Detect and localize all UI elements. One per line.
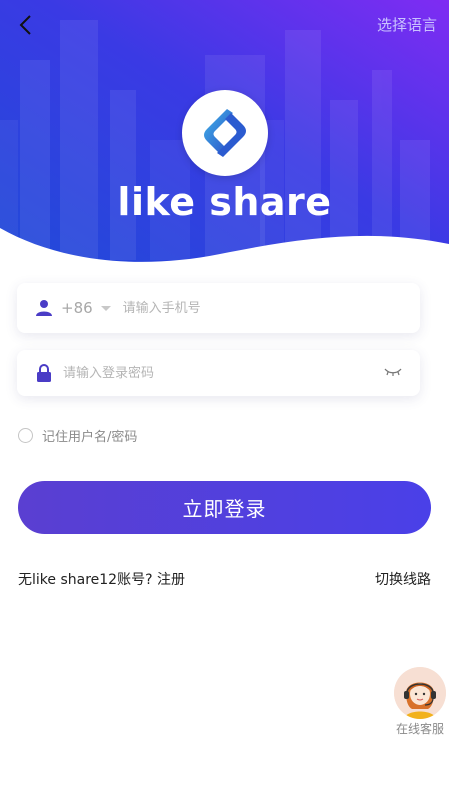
- support-label: 在线客服: [395, 722, 444, 736]
- radio-circle-icon[interactable]: [18, 428, 33, 443]
- remember-label: 记住用户名/密码: [42, 430, 138, 445]
- switch-line-link[interactable]: 切换线路: [375, 569, 431, 589]
- phone-input[interactable]: [120, 299, 365, 317]
- password-input[interactable]: [61, 364, 305, 382]
- support-agent-avatar[interactable]: [394, 667, 446, 719]
- password-field[interactable]: [17, 350, 420, 396]
- login-button[interactable]: 立即登录: [18, 481, 431, 534]
- online-service-button[interactable]: 在线客服: [391, 667, 449, 737]
- hero-banner: 选择语言 like share: [0, 0, 449, 280]
- logo-mark-icon: [204, 109, 246, 157]
- logo-text: like share: [117, 180, 332, 224]
- language-selector[interactable]: 选择语言: [377, 14, 437, 35]
- chevron-down-icon[interactable]: [100, 305, 111, 311]
- remember-me-checkbox[interactable]: 记住用户名/密码: [18, 426, 137, 445]
- app-logo: [182, 90, 268, 176]
- chevron-left-icon: [19, 15, 31, 35]
- lock-icon: [37, 364, 51, 382]
- phone-field[interactable]: +86: [17, 283, 420, 333]
- country-code[interactable]: +86: [61, 299, 93, 317]
- user-icon: [36, 300, 52, 316]
- register-link[interactable]: 无like share12账号? 注册: [18, 569, 185, 589]
- support-agent-icon: [394, 667, 446, 719]
- eye-closed-icon[interactable]: [384, 364, 402, 378]
- back-button[interactable]: [10, 10, 40, 40]
